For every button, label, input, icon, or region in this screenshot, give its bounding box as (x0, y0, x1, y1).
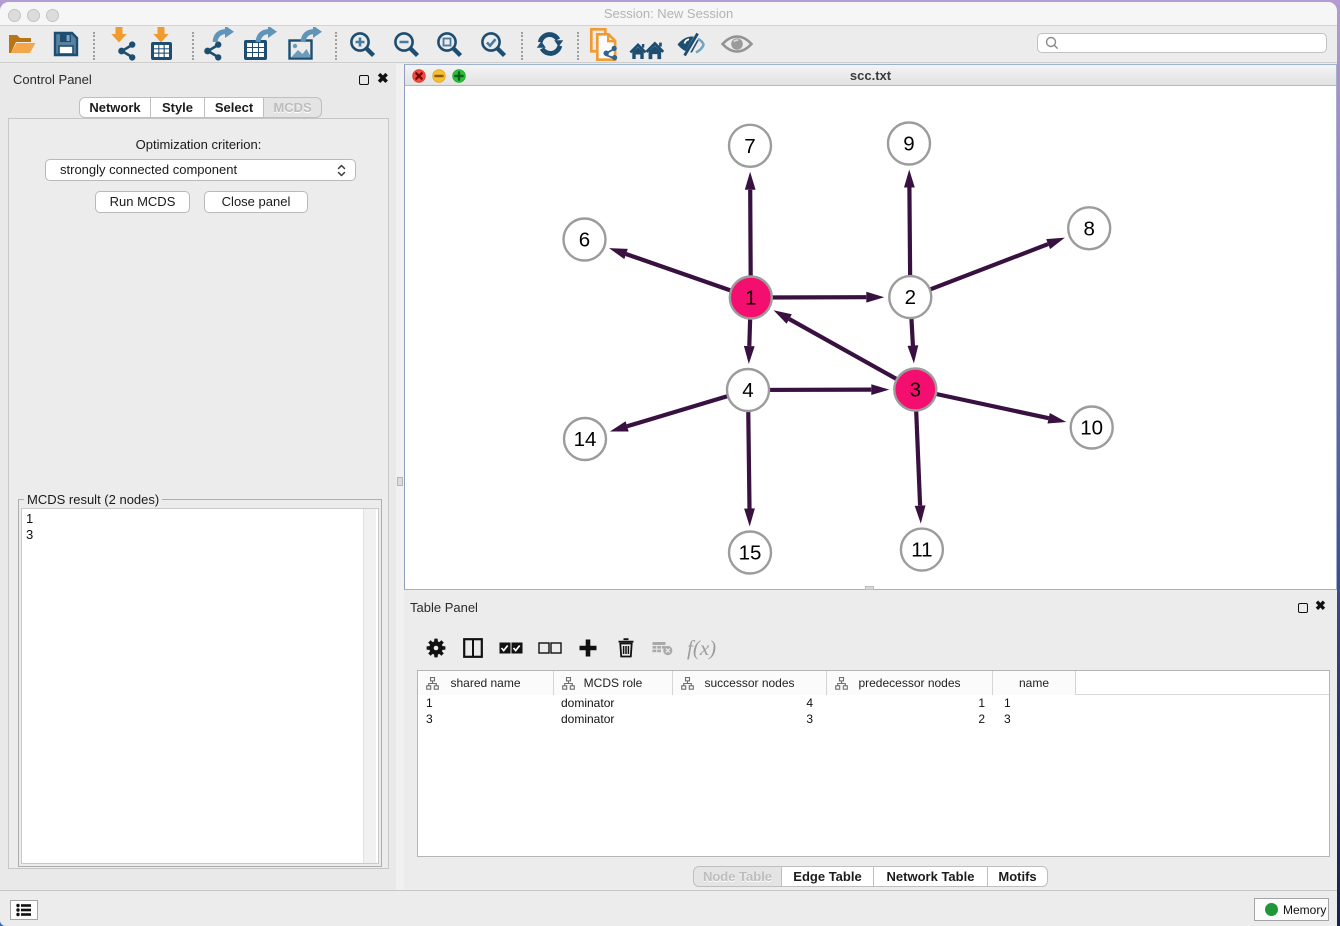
svg-text:6: 6 (579, 229, 590, 252)
svg-text:8: 8 (1083, 217, 1094, 240)
svg-text:3: 3 (910, 379, 921, 402)
svg-text:10: 10 (1080, 417, 1103, 440)
svg-text:4: 4 (742, 379, 753, 402)
svg-text:1: 1 (745, 287, 756, 310)
svg-text:15: 15 (739, 542, 762, 565)
svg-text:2: 2 (905, 286, 916, 309)
svg-text:11: 11 (911, 539, 932, 562)
svg-text:7: 7 (744, 135, 755, 158)
svg-text:14: 14 (574, 428, 597, 451)
svg-text:9: 9 (903, 133, 914, 156)
